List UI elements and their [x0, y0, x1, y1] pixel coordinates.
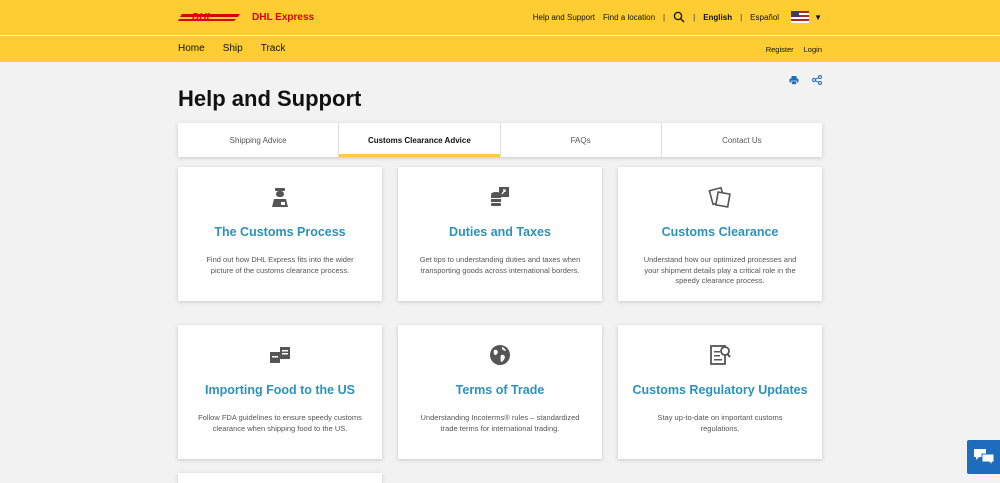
- login-link[interactable]: Login: [804, 45, 822, 54]
- card-partial[interactable]: [178, 473, 382, 483]
- document-search-icon: [710, 345, 731, 365]
- nav-home[interactable]: Home: [178, 43, 205, 54]
- tab-contact-us[interactable]: Contact Us: [662, 123, 822, 157]
- coins-icon: [491, 187, 509, 206]
- chat-button[interactable]: [967, 440, 1000, 474]
- share-icon[interactable]: [812, 75, 822, 85]
- card-title[interactable]: Duties and Taxes: [398, 225, 602, 239]
- lang-spanish[interactable]: Español: [750, 13, 779, 22]
- lang-english[interactable]: English: [703, 13, 732, 22]
- print-icon[interactable]: [789, 75, 799, 85]
- nav-track[interactable]: Track: [261, 43, 286, 54]
- separator: |: [663, 12, 666, 22]
- search-icon[interactable]: [673, 11, 685, 23]
- card-description: Follow FDA guidelines to ensure speedy c…: [198, 413, 362, 433]
- card-description: Get tips to understanding duties and tax…: [419, 255, 581, 275]
- card-description: Find out how DHL Express fits into the w…: [206, 255, 354, 275]
- svg-text:DHL: DHL: [192, 12, 213, 23]
- main-nav: Home Ship Track: [178, 43, 303, 54]
- separator: |: [740, 12, 743, 22]
- advice-tabs: Shipping Advice Customs Clearance Advice…: [178, 123, 822, 157]
- card-customs-clearance[interactable]: Customs Clearance Understand how our opt…: [618, 167, 822, 301]
- card-title[interactable]: Customs Clearance: [618, 225, 822, 239]
- food-boxes-icon: [270, 347, 290, 363]
- tab-customs-clearance-advice[interactable]: Customs Clearance Advice: [339, 123, 501, 157]
- card-title[interactable]: Terms of Trade: [398, 383, 602, 397]
- card-title[interactable]: The Customs Process: [178, 225, 382, 239]
- separator: |: [693, 12, 696, 22]
- find-location-link[interactable]: Find a location: [603, 13, 655, 22]
- card-regulatory-updates[interactable]: Customs Regulatory Updates Stay up-to-da…: [618, 325, 822, 459]
- us-flag-icon[interactable]: [791, 11, 810, 23]
- card-importing-food[interactable]: Importing Food to the US Follow FDA guid…: [178, 325, 382, 459]
- globe-icon: [490, 345, 510, 365]
- card-title[interactable]: Customs Regulatory Updates: [618, 383, 822, 397]
- card-description: Understand how our optimized processes a…: [643, 255, 797, 285]
- nav-ship[interactable]: Ship: [223, 43, 243, 54]
- brand-name: DHL Express: [252, 12, 315, 23]
- page-title: Help and Support: [178, 86, 362, 111]
- dhl-logo[interactable]: DHL: [178, 9, 244, 25]
- main-content: Help and Support Shipping Advice Customs…: [0, 62, 1000, 483]
- card-description: Understanding Incoterms® rules – standar…: [420, 413, 580, 433]
- help-support-link[interactable]: Help and Support: [533, 13, 595, 22]
- documents-icon: [708, 186, 731, 208]
- tab-shipping-advice[interactable]: Shipping Advice: [178, 123, 340, 157]
- card-description: Stay up-to-date on important customs reg…: [657, 413, 783, 433]
- top-header: DHL DHL Express Help and Support Find a …: [0, 0, 1000, 35]
- main-navbar: Home Ship Track Register Login: [0, 36, 1000, 62]
- register-link[interactable]: Register: [766, 45, 794, 54]
- card-customs-process[interactable]: The Customs Process Find out how DHL Exp…: [178, 167, 382, 301]
- card-title[interactable]: Importing Food to the US: [178, 383, 382, 397]
- chat-icon: [974, 449, 995, 466]
- card-terms-of-trade[interactable]: Terms of Trade Understanding Incoterms® …: [398, 325, 602, 459]
- chevron-down-icon[interactable]: ▼: [814, 13, 822, 22]
- utility-nav: Help and Support Find a location | | Eng…: [525, 9, 822, 25]
- card-duties-taxes[interactable]: Duties and Taxes Get tips to understandi…: [398, 167, 602, 301]
- account-nav: Register Login: [756, 45, 822, 54]
- tab-faqs[interactable]: FAQs: [501, 123, 662, 157]
- customs-officer-icon: [272, 188, 288, 207]
